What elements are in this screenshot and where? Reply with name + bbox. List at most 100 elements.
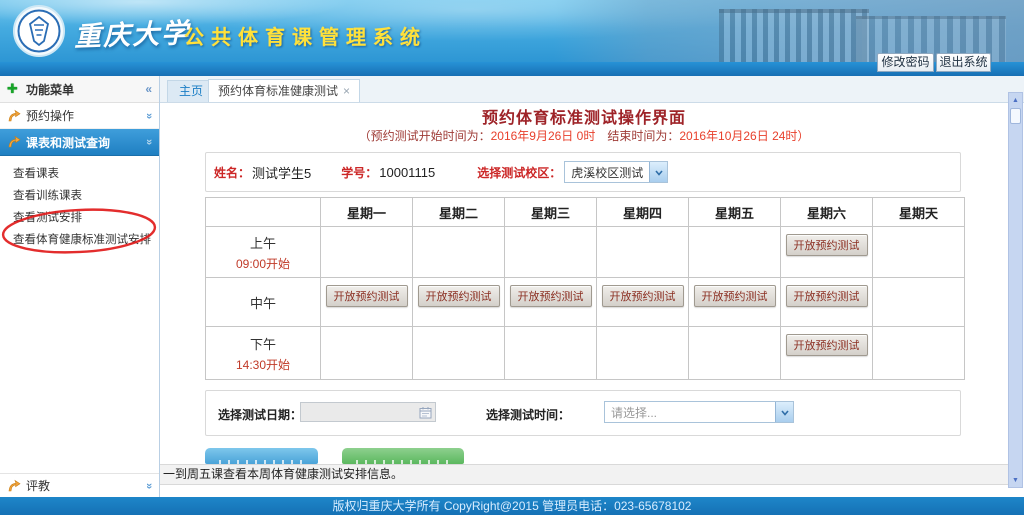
notice-bar: 一到周五课查看本周体育健康测试安排信息。 (160, 464, 1008, 485)
slot-cell: 开放预约测试 (689, 278, 781, 327)
scroll-thumb[interactable] (1010, 108, 1021, 124)
tab-bar: 主页 预约体育标准健康测试× (160, 76, 1024, 103)
calendar-icon (419, 406, 432, 419)
slot-cell: 开放预约测试 (505, 278, 597, 327)
time-select-placeholder: 请选择... (605, 404, 775, 421)
sidebar-section-label: 评教 (26, 477, 50, 494)
change-password-button[interactable]: 修改密码 (877, 53, 934, 72)
day-header: 星期天 (873, 198, 965, 227)
open-test-button[interactable]: 开放预约测试 (510, 285, 592, 307)
open-test-button[interactable]: 开放预约测试 (418, 285, 500, 307)
clipped-action-button-green[interactable] (342, 448, 464, 464)
slot-cell (505, 327, 597, 380)
close-tab-icon[interactable]: × (343, 84, 350, 98)
copyright-text: 版权归重庆大学所有 CopyRight@2015 管理员电话：023-65678… (333, 499, 692, 513)
logout-button[interactable]: 退出系统 (936, 53, 991, 72)
table-header-row: 星期一 星期二 星期三 星期四 星期五 星期六 星期天 (206, 198, 965, 227)
clipped-action-button-blue[interactable] (205, 448, 318, 464)
sidebar: ✚ 功能菜单 « 预约操作 » 课表和测试查询 » 查看课表 查看训练课表 查看… (0, 76, 160, 497)
day-header: 星期一 (321, 198, 413, 227)
arrow-icon (7, 109, 26, 123)
period-label: 中午 (206, 293, 320, 312)
student-info-panel: 姓名： 测试学生5 学号： 10001115 选择测试校区： 虎溪校区测试 (205, 152, 961, 192)
slot-cell: 开放预约测试 (781, 227, 873, 278)
arrow-icon (7, 135, 26, 149)
corner-cell (206, 198, 321, 227)
day-header: 星期五 (689, 198, 781, 227)
sidebar-item-view-test-arrangement[interactable]: 查看测试安排 (0, 207, 159, 229)
sidebar-section-schedule-query[interactable]: 课表和测试查询 » (0, 129, 159, 156)
notice-text: 一到周五课查看本周体育健康测试安排信息。 (163, 467, 403, 481)
collapse-sidebar-icon[interactable]: « (145, 82, 152, 96)
slot-cell (597, 327, 689, 380)
scroll-up-icon[interactable]: ▲ (1009, 93, 1022, 107)
student-id-value: 10001115 (379, 165, 435, 180)
sidebar-menu-header[interactable]: ✚ 功能菜单 « (0, 76, 159, 103)
slot-cell: 开放预约测试 (781, 327, 873, 380)
main-area: 主页 预约体育标准健康测试× 预约体育标准测试操作界面 （预约测试开始时间为：2… (160, 76, 1024, 497)
test-time-label: 选择测试时间： (486, 406, 570, 423)
slot-cell (873, 327, 965, 380)
name-label: 姓名： (214, 164, 250, 181)
slot-cell (689, 227, 781, 278)
footer-bar: 版权归重庆大学所有 CopyRight@2015 管理员电话：023-65678… (0, 497, 1024, 515)
scroll-down-icon[interactable]: ▼ (1009, 473, 1022, 487)
page: 重庆大学 公共体育课管理系统 修改密码 退出系统 ✚ 功能菜单 « 预约操作 »… (0, 0, 1024, 522)
chevron-down-icon[interactable]: » (143, 482, 155, 488)
student-id-label: 学号： (341, 164, 377, 181)
period-label: 下午 (206, 334, 320, 353)
note-middle: 结束时间为： (595, 129, 679, 143)
chevron-down-icon[interactable] (649, 162, 667, 182)
chevron-down-icon[interactable]: » (143, 112, 155, 118)
start-time-value: 2016年9月26日 0时 (491, 129, 596, 143)
period-start-time: 14:30开始 (206, 356, 320, 373)
table-row-morning: 上午 09:00开始 开放预约测试 (206, 227, 965, 278)
slot-cell (321, 227, 413, 278)
university-seal-icon (13, 5, 65, 57)
sidebar-item-view-schedule[interactable]: 查看课表 (0, 163, 159, 185)
slot-cell: 开放预约测试 (321, 278, 413, 327)
campus-selected-value: 虎溪校区测试 (565, 164, 649, 181)
tab-label: 预约体育标准健康测试 (218, 84, 338, 98)
test-date-label: 选择测试日期： (218, 406, 302, 423)
chevron-down-icon[interactable] (775, 402, 793, 422)
sidebar-menu-title: 功能菜单 (26, 81, 74, 98)
slot-cell (413, 327, 505, 380)
open-test-button[interactable]: 开放预约测试 (694, 285, 776, 307)
chevron-down-icon[interactable]: » (143, 139, 155, 145)
test-time-select[interactable]: 请选择... (604, 401, 794, 423)
building-silhouette (719, 9, 869, 66)
sidebar-item-view-training-schedule[interactable]: 查看训练课表 (0, 185, 159, 207)
sidebar-section-label: 课表和测试查询 (26, 134, 110, 151)
campus-label: 选择测试校区： (477, 164, 561, 181)
table-row-noon: 中午 开放预约测试 开放预约测试 开放预约测试 开放预约测试 开放预约测试 开放… (206, 278, 965, 327)
period-start-time: 09:00开始 (206, 255, 320, 272)
slot-cell (873, 227, 965, 278)
reservation-time-note: （预约测试开始时间为：2016年9月26日 0时结束时间为：2016年10月26… (160, 127, 1008, 144)
note-prefix: （预约测试开始时间为： (359, 129, 491, 143)
day-header: 星期六 (781, 198, 873, 227)
sidebar-item-view-health-standard-test[interactable]: 查看体育健康标准测试安排 (0, 229, 159, 251)
end-time-value: 2016年10月26日 24时） (679, 129, 809, 143)
open-test-button[interactable]: 开放预约测试 (786, 234, 868, 256)
sidebar-section-evaluation[interactable]: 评教 » (0, 473, 159, 497)
campus-select[interactable]: 虎溪校区测试 (564, 161, 668, 183)
weekly-test-schedule-table: 星期一 星期二 星期三 星期四 星期五 星期六 星期天 上午 09:00开始 开… (205, 197, 965, 380)
slot-cell (873, 278, 965, 327)
day-header: 星期二 (413, 198, 505, 227)
sidebar-section-reservation[interactable]: 预约操作 » (0, 103, 159, 129)
test-date-input (300, 402, 436, 422)
open-test-button[interactable]: 开放预约测试 (326, 285, 408, 307)
slot-cell: 开放预约测试 (413, 278, 505, 327)
vertical-scrollbar[interactable]: ▲ ▼ (1008, 92, 1023, 488)
tab-reserve-health-test[interactable]: 预约体育标准健康测试 × (208, 79, 360, 102)
period-cell: 下午 14:30开始 (206, 327, 321, 380)
period-cell: 中午 (206, 278, 321, 327)
slot-cell (597, 227, 689, 278)
open-test-button[interactable]: 开放预约测试 (786, 285, 868, 307)
open-test-button[interactable]: 开放预约测试 (786, 334, 868, 356)
slot-cell (321, 327, 413, 380)
open-test-button[interactable]: 开放预约测试 (602, 285, 684, 307)
table-row-afternoon: 下午 14:30开始 开放预约测试 (206, 327, 965, 380)
sidebar-section-label: 预约操作 (26, 107, 74, 124)
